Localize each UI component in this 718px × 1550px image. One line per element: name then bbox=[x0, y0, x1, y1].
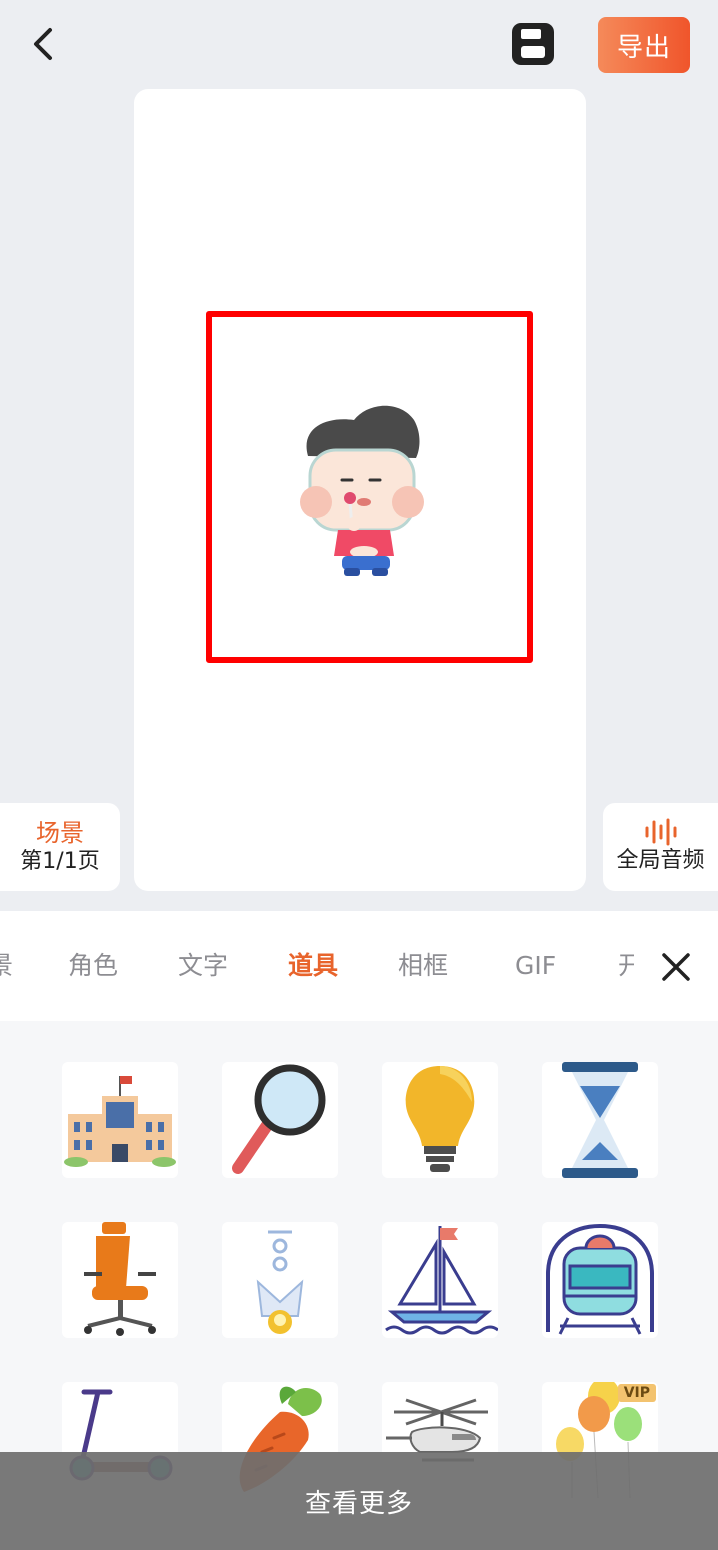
magnifier-icon bbox=[232, 1064, 326, 1174]
prop-item-magnifier[interactable] bbox=[222, 1062, 338, 1178]
tab-background[interactable]: 景 bbox=[0, 911, 13, 1021]
close-icon[interactable] bbox=[656, 947, 696, 987]
tab-characters[interactable]: 角色 bbox=[68, 911, 118, 1021]
back-icon[interactable] bbox=[24, 24, 64, 64]
view-more-button[interactable]: 查看更多 bbox=[0, 1452, 718, 1550]
save-icon[interactable] bbox=[510, 21, 556, 67]
top-bar: 导出 bbox=[0, 0, 718, 90]
global-audio-label: 全局音频 bbox=[616, 848, 705, 873]
vip-badge: VIP bbox=[617, 1384, 656, 1402]
prop-item-sailboat[interactable] bbox=[382, 1222, 498, 1338]
audio-wave-icon bbox=[645, 818, 676, 846]
building-icon bbox=[64, 1076, 176, 1167]
rocket-icon bbox=[256, 1230, 304, 1334]
prop-item-building[interactable] bbox=[62, 1062, 178, 1178]
prop-item-train[interactable] bbox=[542, 1222, 658, 1338]
prop-item-rocket[interactable] bbox=[222, 1222, 338, 1338]
global-audio-button[interactable]: 全局音频 bbox=[603, 803, 718, 891]
scene-page-info: 第1/1页 bbox=[20, 849, 100, 874]
office-chair-icon bbox=[84, 1222, 156, 1336]
export-button[interactable]: 导出 bbox=[598, 17, 690, 73]
tab-props[interactable]: 道具 bbox=[288, 911, 338, 1021]
selection-frame bbox=[206, 311, 533, 663]
category-tabs: 景 角色 文字 道具 相框 GIF 开 bbox=[0, 911, 718, 1021]
hourglass-icon bbox=[562, 1062, 638, 1178]
tab-frames[interactable]: 相框 bbox=[398, 911, 448, 1021]
tab-more[interactable]: 开 bbox=[618, 911, 634, 1021]
train-icon bbox=[546, 1223, 654, 1335]
tab-gif[interactable]: GIF bbox=[515, 911, 556, 1021]
scene-title: 场景 bbox=[36, 819, 84, 847]
lightbulb-icon bbox=[405, 1066, 475, 1172]
sailboat-icon bbox=[385, 1226, 498, 1335]
prop-item-hourglass[interactable] bbox=[542, 1062, 658, 1178]
tab-text[interactable]: 文字 bbox=[178, 911, 228, 1021]
prop-item-office-chair[interactable] bbox=[62, 1222, 178, 1338]
prop-item-lightbulb[interactable] bbox=[382, 1062, 498, 1178]
scene-button[interactable]: 场景 第1/1页 bbox=[0, 803, 120, 891]
